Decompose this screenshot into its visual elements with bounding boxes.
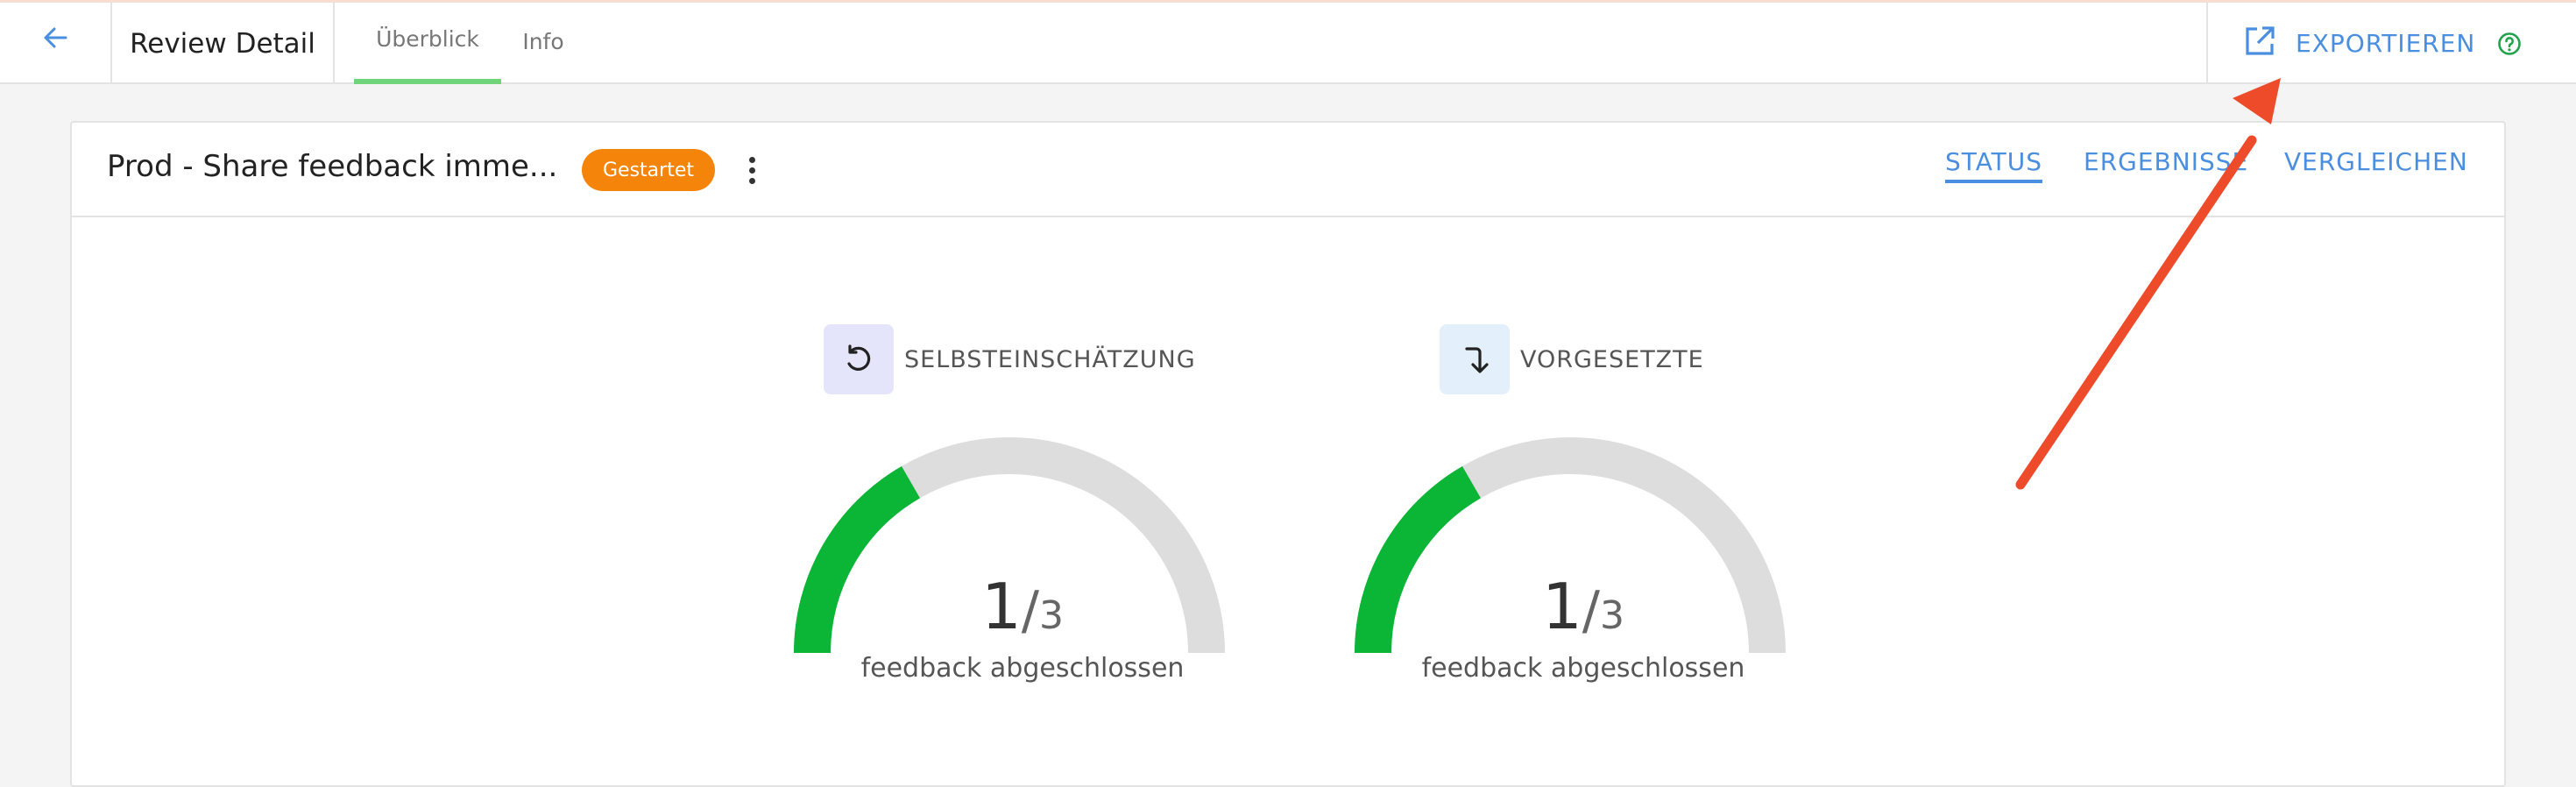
gauge-chart — [794, 437, 1225, 654]
tab-ueberblick[interactable]: Überblick — [354, 3, 501, 84]
export-button[interactable]: EXPORTIEREN — [2243, 24, 2475, 62]
gauge-caption: feedback abgeschlossen — [860, 653, 1185, 684]
review-card-header: Prod - Share feedback imme... Gestartet … — [72, 123, 2504, 217]
page-title: Review Detail — [112, 3, 335, 84]
gauge-value: 1/3 — [1452, 570, 1715, 643]
gauge-label: VORGESETZTE — [1520, 345, 1704, 373]
gauge-completed: 1 — [980, 570, 1022, 643]
gauge-chart — [1355, 437, 1786, 654]
review-card: Prod - Share feedback imme... Gestartet … — [70, 121, 2506, 787]
gauge-caption: feedback abgeschlossen — [1421, 653, 1745, 684]
gauge-separator: / — [1582, 580, 1601, 642]
more-vertical-icon[interactable] — [734, 149, 769, 191]
gauge-total: 3 — [1039, 593, 1065, 638]
rotate-ccw-icon — [824, 324, 894, 394]
back-button[interactable] — [0, 3, 112, 84]
gauge-separator: / — [1021, 580, 1040, 642]
gauge-value: 1/3 — [891, 570, 1154, 643]
tab-status[interactable]: STATUS — [1945, 147, 2043, 183]
export-label: EXPORTIEREN — [2296, 28, 2476, 58]
help-circle-icon[interactable] — [2497, 32, 2522, 60]
tab-vergleichen[interactable]: VERGLEICHEN — [2284, 147, 2468, 180]
gauge-total: 3 — [1600, 593, 1625, 638]
arrow-down-corner-icon — [1440, 324, 1510, 394]
arrow-left-icon — [42, 27, 68, 53]
tab-info[interactable]: Info — [506, 3, 580, 84]
top-bar: Review Detail Überblick Info EXPORTIEREN — [0, 0, 2576, 84]
review-title: Prod - Share feedback imme... — [107, 149, 558, 184]
external-link-icon — [2243, 25, 2276, 61]
gauge-completed: 1 — [1541, 570, 1582, 643]
status-badge: Gestartet — [582, 149, 715, 191]
gauge-label: SELBSTEINSCHÄTZUNG — [904, 345, 1196, 373]
tab-ergebnisse[interactable]: ERGEBNISSE — [2084, 147, 2248, 180]
